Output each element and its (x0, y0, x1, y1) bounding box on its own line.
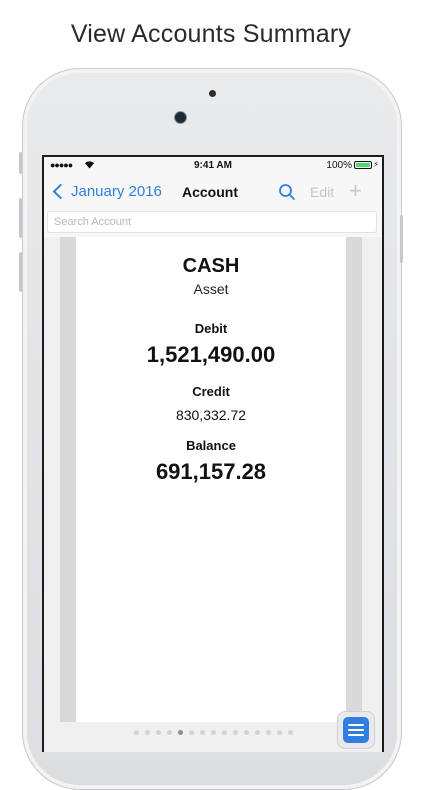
page-dot[interactable] (144, 730, 150, 735)
battery-fill (356, 163, 370, 167)
next-card-edge (346, 237, 362, 722)
debit-label: Debit (194, 321, 228, 336)
volume-up-button (19, 198, 22, 238)
back-button[interactable]: January 2016 (52, 183, 162, 200)
page-dot[interactable] (232, 730, 238, 735)
page-dot[interactable] (287, 730, 293, 735)
page-title: Account (182, 184, 238, 200)
bolt-icon: ⚡ (373, 160, 379, 169)
account-type: Asset (193, 281, 229, 297)
account-summary-card: CASH Asset Debit 1,521,490.00 Credit 830… (76, 237, 346, 722)
page-dot[interactable] (155, 730, 161, 735)
proximity-sensor (209, 90, 216, 97)
credit-value: 830,332.72 (175, 407, 247, 423)
credit-label: Credit (192, 384, 230, 399)
account-pager[interactable]: CASH Asset Debit 1,521,490.00 Credit 830… (44, 237, 382, 752)
page-dot[interactable] (166, 730, 172, 735)
page-dot[interactable] (133, 730, 139, 735)
status-bar: ●●●●● 9:41 AM 100% ⚡ (44, 157, 382, 175)
account-name: CASH (182, 255, 240, 277)
page-dot[interactable] (265, 730, 271, 735)
mute-switch (19, 152, 22, 174)
page-dot[interactable] (221, 730, 227, 735)
page-dot[interactable] (243, 730, 249, 735)
front-camera (174, 111, 187, 124)
previous-card-edge (60, 237, 76, 722)
chevron-left-icon (52, 183, 69, 200)
search-input[interactable] (48, 212, 376, 232)
balance-label: Balance (186, 438, 236, 453)
page-dot[interactable] (210, 730, 216, 735)
battery-percent: 100% (326, 160, 352, 171)
debit-value: 1,521,490.00 (146, 342, 276, 367)
volume-down-button (19, 252, 22, 292)
balance-value: 691,157.28 (155, 459, 267, 484)
power-button (400, 215, 403, 263)
page-dot[interactable] (276, 730, 282, 735)
search-bar (47, 211, 377, 233)
page-indicator[interactable] (44, 730, 382, 740)
page-dot[interactable] (188, 730, 194, 735)
search-icon[interactable] (278, 183, 296, 201)
page-dot[interactable] (254, 730, 260, 735)
navigation-bar: January 2016 Account Edit + (44, 175, 382, 209)
menu-icon (343, 717, 369, 743)
add-button[interactable]: + (349, 178, 362, 204)
battery-icon (354, 161, 372, 169)
menu-button[interactable] (337, 711, 375, 749)
edit-button[interactable]: Edit (310, 184, 334, 200)
phone-screen: ●●●●● 9:41 AM 100% ⚡ January 2016 Accoun… (42, 155, 384, 752)
page-dot[interactable] (199, 730, 205, 735)
page-dot[interactable] (177, 730, 183, 735)
back-button-label: January 2016 (71, 183, 162, 200)
headline: View Accounts Summary (70, 20, 352, 48)
